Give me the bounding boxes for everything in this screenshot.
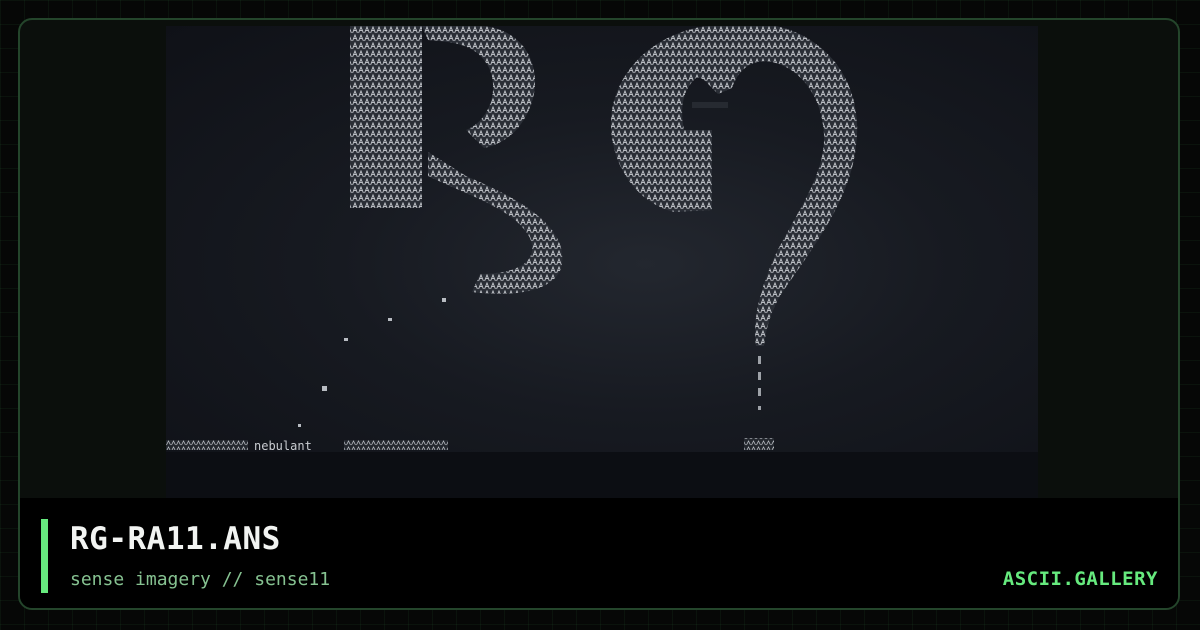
ascii-stem — [758, 356, 761, 410]
svg-text:nebulant: nebulant — [254, 439, 312, 453]
artwork-subtitle: sense imagery // sense11 — [70, 569, 331, 590]
ascii-art-image: nebulant — [166, 26, 1038, 502]
ascii-glyph-left — [350, 26, 563, 294]
ascii-scatter — [298, 298, 446, 427]
accent-bar — [41, 519, 48, 593]
artwork-title: RG-RA11.ANS — [70, 521, 281, 557]
site-brand-link[interactable]: ASCII.GALLERY — [1003, 566, 1158, 592]
ascii-glyph-right — [610, 26, 858, 346]
ascii-bottom-strip: nebulant — [166, 438, 774, 453]
caption-bar: RG-RA11.ANS sense imagery // sense11 ASC… — [20, 498, 1178, 608]
preview-card: nebulant RG-RA11.ANS sense imagery // se… — [18, 18, 1180, 610]
